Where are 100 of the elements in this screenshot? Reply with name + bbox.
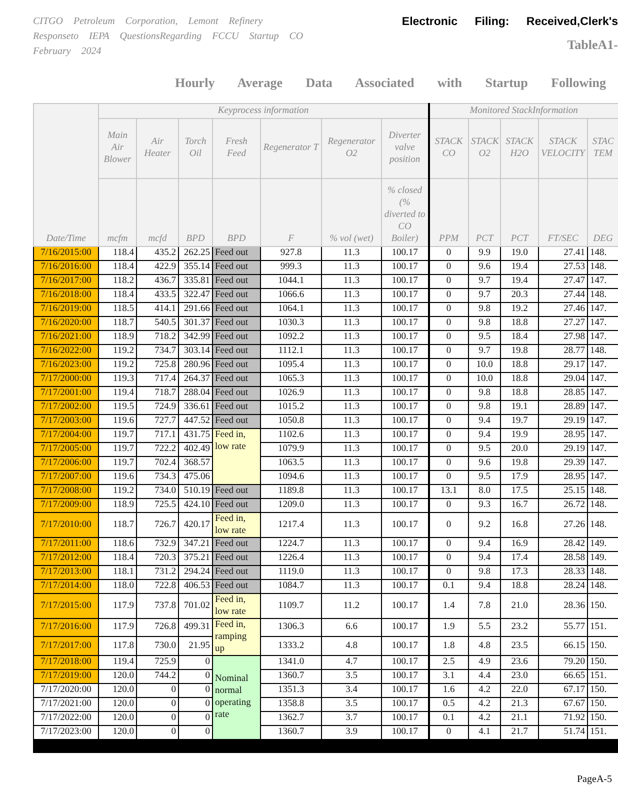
table-cell: 100.17 [382,302,429,316]
table-cell: 23.0 [500,669,539,683]
table-cell: 0 [428,372,469,386]
table-cell: 148. [588,579,618,593]
table-cell: 1.9 [428,618,469,636]
table-cell: 9.6 [468,456,501,470]
column-header: STACK CO [428,118,469,178]
table-cell: 9.8 [468,565,501,579]
feed-status-cell: Feed out [212,246,260,260]
table-cell: 18.8 [500,316,539,330]
table-cell: 9.4 [468,537,501,551]
table-cell: 9.8 [468,386,501,400]
table-cell: 0 [428,288,469,302]
table-cell: 702.4 [136,456,178,470]
table-cell: 28.24 [538,579,588,593]
table-cell: 731.2 [136,565,178,579]
table-cell: 19.0 [500,246,539,260]
date-cell: 7/16/2023:00 [34,358,98,372]
table-cell: 28.58 [538,551,588,565]
table-cell: 722.8 [136,579,178,593]
table-cell: 3.5 [322,697,382,711]
table-cell: 100.17 [382,386,429,400]
table-cell: 11.3 [322,344,382,358]
table-cell: 11.3 [322,579,382,593]
table-cell: 11.3 [322,302,382,316]
table-cell: 0 [428,442,469,456]
column-header: Fresh Feed [212,118,260,178]
table-cell: 119.7 [98,442,136,456]
table-cell: 9.2 [468,512,501,537]
table-cell: 100.17 [382,551,429,565]
table-cell: 11.3 [322,456,382,470]
date-cell: 7/16/2015:00 [34,246,98,260]
table-cell: 1079.9 [260,442,322,456]
table-cell: 119.7 [98,428,136,442]
table-cell: 17.9 [500,470,539,484]
table-cell: 147. [588,330,618,344]
unit-header: BPD [212,178,260,246]
table-cell: 27.47 [538,274,588,288]
table-cell: 28.77 [538,344,588,358]
date-cell: 7/17/2014:00 [34,579,98,593]
table-cell: 66.65 [538,669,588,683]
table-cell: 717.4 [136,372,178,386]
feed-status-cell: Feed out [212,358,260,372]
table-cell: 0 [428,565,469,579]
table-cell: 1015.2 [260,400,322,414]
date-cell: 7/17/2012:00 [34,551,98,565]
table-cell: 0 [428,358,469,372]
feed-status-cell: Feed out [212,386,260,400]
table-cell: 0 [428,428,469,442]
table-cell: 28.36 [538,593,588,618]
header-line: Responseto IEPA QuestionsRegarding FCCU Startup CO [33,30,304,44]
unit-header: PCT [500,178,539,246]
table-cell: 3.4 [322,683,382,697]
table-cell: 0 [178,683,212,697]
table-cell: 100.17 [382,358,429,372]
table-cell: 927.8 [260,246,322,260]
table-cell: 0 [136,711,178,725]
table-cell: 118.0 [98,579,136,593]
table-cell: 100.17 [382,655,429,669]
table-cell: 19.1 [500,400,539,414]
table-cell: 17.3 [500,565,539,579]
table-cell: 734.7 [136,344,178,358]
table-cell: 368.57 [178,456,212,470]
table-cell: 1.4 [428,593,469,618]
date-cell: 7/17/2001:00 [34,386,98,400]
feed-status-cell: Feed out [212,260,260,274]
table-cell: 0 [178,711,212,725]
table-cell: 726.8 [136,618,178,636]
table-cell: 150. [588,697,618,711]
date-cell: 7/17/2018:00 [34,655,98,669]
table-cell: 148. [588,288,618,302]
table-cell: 0 [178,725,212,739]
table-cell: 23.5 [500,636,539,655]
table-cell: 11.3 [322,442,382,456]
table-cell: 724.9 [136,400,178,414]
table-cell: 0 [428,260,469,274]
table-cell: 120.0 [98,711,136,725]
date-cell: 7/17/2010:00 [34,512,98,537]
table-cell: 21.0 [500,593,539,618]
table-cell: 6.6 [322,618,382,636]
table-cell: 1.6 [428,683,469,697]
table-cell: 27.98 [538,330,588,344]
table-cell: 11.3 [322,386,382,400]
table-cell: 0 [136,683,178,697]
table-cell: 11.3 [322,470,382,484]
table-cell: 737.8 [136,593,178,618]
table-cell: 1094.6 [260,470,322,484]
header-line: CITGO Petroleum Corporation, Lemont Refinery [33,15,264,29]
unit-header: DEG [588,178,618,246]
table-cell: 0 [428,512,469,537]
table-cell: 29.04 [538,372,588,386]
table-cell: 28.95 [538,428,588,442]
table-cell: 4.1 [468,725,501,739]
table-cell: 11.3 [322,274,382,288]
table-cell: 148. [588,246,618,260]
table-cell: 4.4 [468,669,501,683]
table-cell: 3.5 [322,669,382,683]
unit-header: % closed (% diverted to CO Boiler) [382,178,429,246]
column-header: Date/Time [34,103,98,246]
table-cell: 1.8 [428,636,469,655]
